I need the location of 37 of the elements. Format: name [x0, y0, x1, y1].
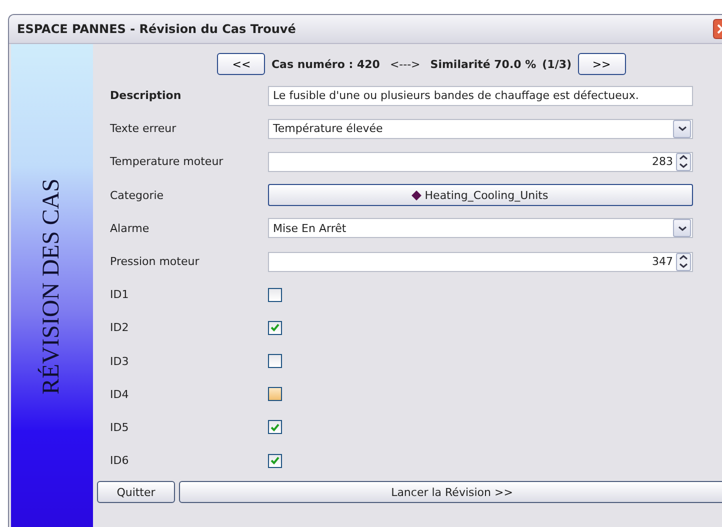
field-label: Description: [110, 89, 182, 102]
checkbox[interactable]: [268, 420, 282, 434]
similarity-text: Similarité 70.0 %: [430, 58, 536, 70]
separator-arrow: <--->: [390, 58, 420, 70]
text-field[interactable]: Le fusible d'une ou plusieurs bandes de chauffage est défectueux.: [268, 86, 693, 106]
dropdown-field[interactable]: Température élevée: [268, 118, 693, 139]
field-label: ID6: [110, 454, 130, 468]
dropdown-icon[interactable]: [673, 120, 691, 138]
dropdown-icon[interactable]: [673, 219, 691, 238]
category-button[interactable]: Heating_Cooling_Units: [268, 184, 693, 206]
checkbox[interactable]: [268, 320, 282, 335]
checkbox[interactable]: [268, 454, 282, 468]
number-field[interactable]: 283: [268, 152, 693, 172]
case-position: (1/3): [542, 58, 572, 70]
field-label: ID1: [110, 288, 130, 302]
next-button[interactable]: >>: [578, 53, 626, 75]
field-label: ID5: [110, 420, 130, 434]
checkbox[interactable]: [268, 288, 282, 302]
field-label: Texte erreur: [110, 122, 178, 136]
field-label: ID3: [110, 354, 130, 368]
field-label: ID4: [110, 388, 130, 401]
field-label: Pression moteur: [110, 255, 200, 268]
window-title: ESPACE PANNES - Révision du Cas Trouvé: [16, 22, 296, 36]
number-field[interactable]: 347: [268, 252, 693, 272]
sidebar-title: RÉVISION DES CAS: [38, 178, 66, 394]
start-revision-button[interactable]: Lancer la Révision >>: [179, 481, 722, 504]
field-label: ID2: [110, 321, 130, 334]
previous-button[interactable]: <<: [217, 53, 266, 75]
checkbox[interactable]: [268, 354, 282, 368]
field-label: Alarme: [110, 222, 150, 235]
spinner-icon[interactable]: [676, 152, 691, 171]
field-label: Categorie: [110, 188, 165, 202]
dropdown-field[interactable]: Mise En Arrêt: [268, 218, 693, 238]
field-label: Temperature moteur: [110, 155, 224, 168]
quit-button[interactable]: Quitter: [97, 481, 175, 504]
case-number: Cas numéro : 420: [271, 58, 380, 70]
spinner-icon[interactable]: [676, 252, 691, 271]
